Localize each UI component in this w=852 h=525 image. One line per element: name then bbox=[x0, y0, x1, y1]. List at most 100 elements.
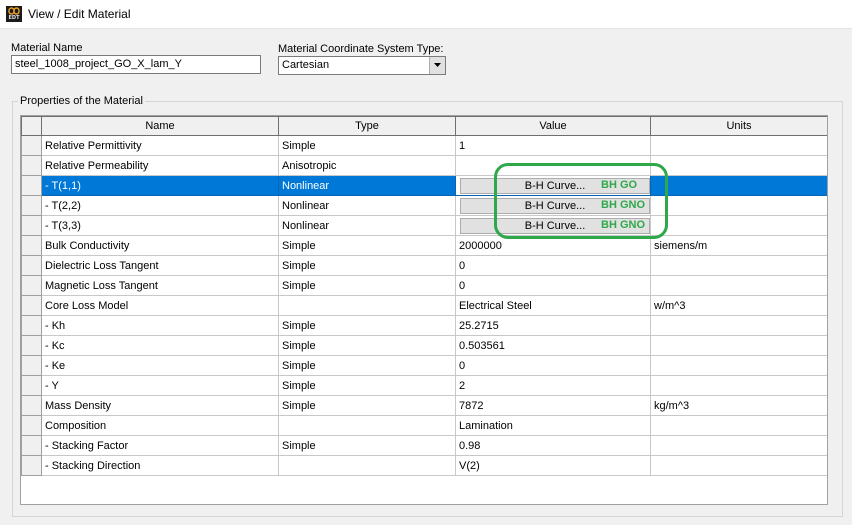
cell-type[interactable]: Simple bbox=[278, 335, 456, 356]
cell-type[interactable]: Simple bbox=[278, 435, 456, 456]
cell-type[interactable]: Simple bbox=[278, 235, 456, 256]
cell-name[interactable]: - Ke bbox=[41, 355, 279, 376]
row-selector[interactable] bbox=[21, 275, 42, 296]
cell-name[interactable]: Relative Permittivity bbox=[41, 135, 279, 156]
row-selector[interactable] bbox=[21, 435, 42, 456]
table-row[interactable]: - Y Simple 2 bbox=[21, 375, 827, 396]
table-row[interactable]: - T(1,1) Nonlinear B-H Curve... bbox=[21, 175, 827, 196]
cell-name[interactable]: - Y bbox=[41, 375, 279, 396]
cell-units[interactable]: kg/m^3 bbox=[650, 395, 827, 416]
cell-units[interactable] bbox=[650, 195, 827, 216]
cell-type[interactable] bbox=[278, 455, 456, 476]
row-selector[interactable] bbox=[21, 315, 42, 336]
table-row[interactable]: Core Loss Model Electrical Steel w/m^3 bbox=[21, 295, 827, 316]
cell-units[interactable] bbox=[650, 175, 827, 196]
cell-name[interactable]: - T(1,1) bbox=[41, 175, 279, 196]
cell-type[interactable] bbox=[278, 415, 456, 436]
table-row[interactable]: - Kh Simple 25.2715 bbox=[21, 315, 827, 336]
table-row[interactable]: - Stacking Factor Simple 0.98 bbox=[21, 435, 827, 456]
row-selector[interactable] bbox=[21, 335, 42, 356]
cell-value[interactable]: 0.503561 bbox=[455, 335, 651, 356]
cell-units[interactable] bbox=[650, 155, 827, 176]
cell-units[interactable] bbox=[650, 135, 827, 156]
cell-units[interactable] bbox=[650, 455, 827, 476]
cell-type[interactable]: Simple bbox=[278, 255, 456, 276]
cell-name[interactable]: - Stacking Direction bbox=[41, 455, 279, 476]
cell-units[interactable] bbox=[650, 355, 827, 376]
cell-type[interactable]: Nonlinear bbox=[278, 175, 456, 196]
column-header-units[interactable]: Units bbox=[650, 116, 827, 136]
table-row[interactable]: Magnetic Loss Tangent Simple 0 bbox=[21, 275, 827, 296]
properties-grid[interactable]: Name Type Value Units Relative Permittiv… bbox=[20, 115, 828, 505]
cell-type[interactable]: Simple bbox=[278, 395, 456, 416]
table-row[interactable]: - T(3,3) Nonlinear B-H Curve... bbox=[21, 215, 827, 236]
cell-value[interactable]: 0 bbox=[455, 255, 651, 276]
table-row[interactable]: - T(2,2) Nonlinear B-H Curve... bbox=[21, 195, 827, 216]
table-row[interactable]: Relative Permeability Anisotropic bbox=[21, 155, 827, 176]
cell-value[interactable]: 0.98 bbox=[455, 435, 651, 456]
cell-value[interactable]: 2 bbox=[455, 375, 651, 396]
row-selector[interactable] bbox=[21, 255, 42, 276]
cell-name[interactable]: - T(3,3) bbox=[41, 215, 279, 236]
cell-name[interactable]: Core Loss Model bbox=[41, 295, 279, 316]
table-row[interactable]: - Kc Simple 0.503561 bbox=[21, 335, 827, 356]
row-selector[interactable] bbox=[21, 455, 42, 476]
cell-type[interactable]: Simple bbox=[278, 375, 456, 396]
cell-type[interactable] bbox=[278, 295, 456, 316]
cell-units[interactable] bbox=[650, 375, 827, 396]
cell-name[interactable]: Mass Density bbox=[41, 395, 279, 416]
row-selector[interactable] bbox=[21, 395, 42, 416]
cell-name[interactable]: Relative Permeability bbox=[41, 155, 279, 176]
cell-units[interactable]: siemens/m bbox=[650, 235, 827, 256]
cell-units[interactable] bbox=[650, 215, 827, 236]
cell-value[interactable]: 2000000 bbox=[455, 235, 651, 256]
table-row[interactable]: Mass Density Simple 7872 kg/m^3 bbox=[21, 395, 827, 416]
cell-name[interactable]: - Kc bbox=[41, 335, 279, 356]
cell-name[interactable]: Dielectric Loss Tangent bbox=[41, 255, 279, 276]
row-selector[interactable] bbox=[21, 215, 42, 236]
row-selector[interactable] bbox=[21, 355, 42, 376]
cell-type[interactable]: Simple bbox=[278, 135, 456, 156]
cell-value[interactable]: V(2) bbox=[455, 455, 651, 476]
cell-units[interactable] bbox=[650, 275, 827, 296]
cell-units[interactable] bbox=[650, 315, 827, 336]
cell-value[interactable]: 7872 bbox=[455, 395, 651, 416]
row-selector[interactable] bbox=[21, 415, 42, 436]
table-row[interactable]: - Stacking Direction V(2) bbox=[21, 455, 827, 476]
cell-name[interactable]: Magnetic Loss Tangent bbox=[41, 275, 279, 296]
cell-value[interactable]: Electrical Steel bbox=[455, 295, 651, 316]
cell-value[interactable] bbox=[455, 155, 651, 176]
cell-type[interactable]: Nonlinear bbox=[278, 215, 456, 236]
row-selector[interactable] bbox=[21, 135, 42, 156]
table-row[interactable]: - Ke Simple 0 bbox=[21, 355, 827, 376]
cell-units[interactable] bbox=[650, 335, 827, 356]
table-row[interactable]: Relative Permittivity Simple 1 bbox=[21, 135, 827, 156]
table-row[interactable]: Dielectric Loss Tangent Simple 0 bbox=[21, 255, 827, 276]
row-selector[interactable] bbox=[21, 375, 42, 396]
table-row[interactable]: Bulk Conductivity Simple 2000000 siemens/m bbox=[21, 235, 827, 256]
cell-type[interactable]: Simple bbox=[278, 275, 456, 296]
row-selector[interactable] bbox=[21, 235, 42, 256]
row-selector[interactable] bbox=[21, 155, 42, 176]
cell-type[interactable]: Simple bbox=[278, 355, 456, 376]
cell-type[interactable]: Nonlinear bbox=[278, 195, 456, 216]
cell-name[interactable]: Composition bbox=[41, 415, 279, 436]
cell-name[interactable]: - Stacking Factor bbox=[41, 435, 279, 456]
row-selector[interactable] bbox=[21, 175, 42, 196]
dropdown-arrow-button[interactable] bbox=[429, 57, 445, 74]
cell-value[interactable]: Lamination bbox=[455, 415, 651, 436]
table-row[interactable]: Composition Lamination bbox=[21, 415, 827, 436]
row-selector[interactable] bbox=[21, 195, 42, 216]
column-header-type[interactable]: Type bbox=[278, 116, 456, 136]
cell-value[interactable]: 1 bbox=[455, 135, 651, 156]
cell-value[interactable]: 25.2715 bbox=[455, 315, 651, 336]
cell-name[interactable]: - T(2,2) bbox=[41, 195, 279, 216]
corner-header[interactable] bbox=[21, 116, 42, 136]
material-name-input[interactable]: steel_1008_project_GO_X_lam_Y bbox=[11, 55, 261, 74]
cell-value[interactable]: 0 bbox=[455, 275, 651, 296]
cell-units[interactable]: w/m^3 bbox=[650, 295, 827, 316]
cell-units[interactable] bbox=[650, 255, 827, 276]
cell-name[interactable]: Bulk Conductivity bbox=[41, 235, 279, 256]
cell-units[interactable] bbox=[650, 415, 827, 436]
cell-value[interactable]: 0 bbox=[455, 355, 651, 376]
